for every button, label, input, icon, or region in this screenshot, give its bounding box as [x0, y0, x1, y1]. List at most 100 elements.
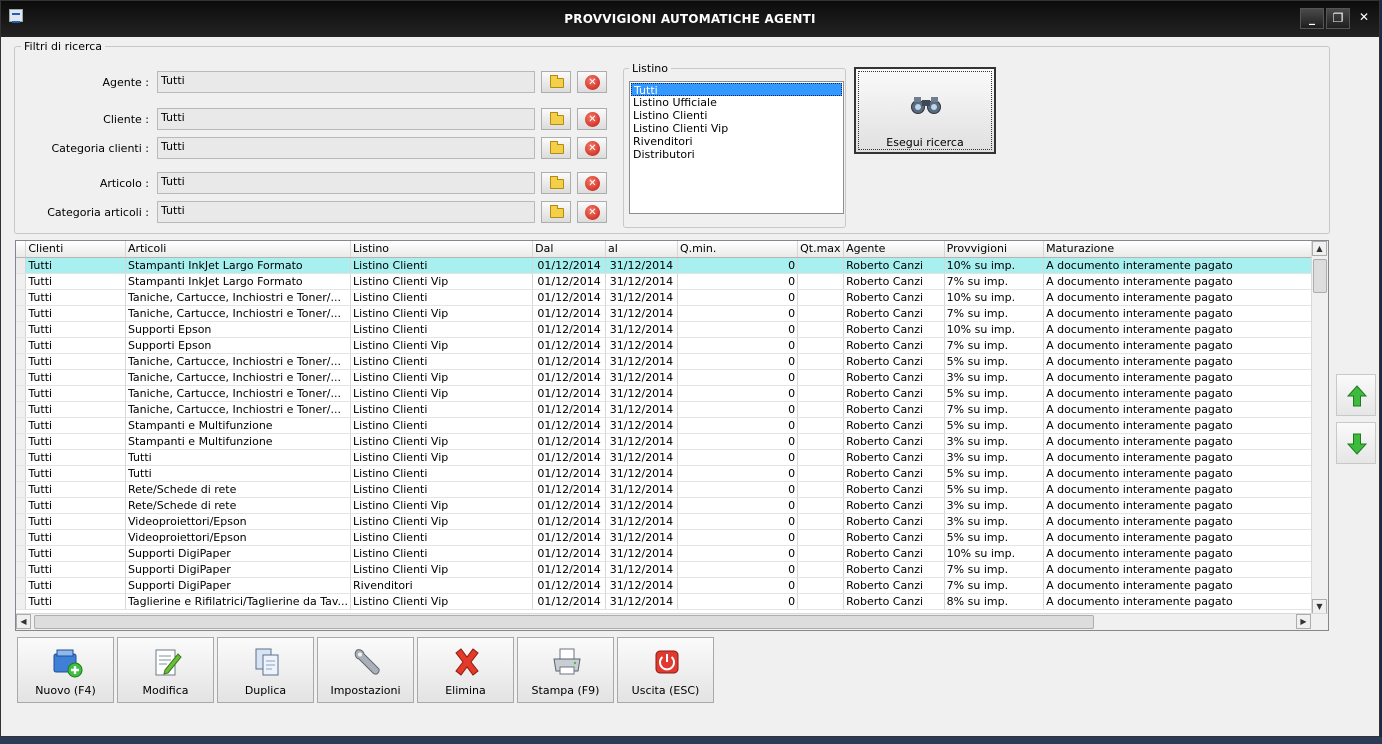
articolo-field[interactable]: Tutti — [157, 172, 535, 194]
provvigioni-grid[interactable]: Clienti Articoli Listino Dal al Q.min. Qt.max A… — [15, 240, 1329, 631]
table-row[interactable]: Tutti Supporti Epson Listino Clienti Vip 01… — [16, 337, 1328, 354]
vertical-scrollbar[interactable]: ▲ ▼ — [1311, 241, 1328, 614]
clear-icon: ✕ — [585, 176, 600, 191]
vertical-scroll-thumb[interactable] — [1313, 259, 1327, 293]
listino-option[interactable]: Listino Clienti Vip — [631, 122, 842, 135]
listino-option[interactable]: Listino Clienti — [631, 109, 842, 122]
column-header[interactable]: Qt.max — [797, 241, 845, 258]
listino-option[interactable]: Rivenditori — [631, 135, 842, 148]
cliente-clear-button[interactable]: ✕ — [577, 108, 607, 130]
table-cell: 31/12/2014 — [605, 321, 678, 338]
search-button[interactable]: Esegui ricerca — [854, 67, 996, 154]
table-row[interactable]: Tutti Supporti DigiPaper Rivenditori 01/12/… — [16, 577, 1328, 594]
table-row[interactable]: Tutti Taniche, Cartucce, Inchiostri e Ton… — [16, 385, 1328, 402]
green-arrow-down-icon — [1347, 433, 1367, 455]
table-cell: 31/12/2014 — [605, 529, 678, 546]
column-header[interactable]: Dal — [532, 241, 607, 258]
table-cell: 01/12/2014 — [532, 369, 607, 386]
table-row[interactable]: Tutti Supporti Epson Listino Clienti 01/12/… — [16, 321, 1328, 338]
maximize-button[interactable]: ❐ — [1326, 8, 1350, 29]
categoria-articoli-browse-button[interactable] — [541, 201, 571, 223]
table-cell: Taniche, Cartucce, Inchiostri e Toner/..… — [125, 353, 352, 370]
table-cell: A documento interamente pagato — [1043, 369, 1328, 386]
column-header[interactable]: Maturazione — [1043, 241, 1328, 258]
table-row[interactable]: Tutti Supporti DigiPaper Listino Clienti V… — [16, 561, 1328, 578]
column-header[interactable]: Agente — [843, 241, 945, 258]
table-cell: Tutti — [25, 289, 126, 306]
new-button[interactable]: Nuovo (F4) — [17, 637, 114, 703]
table-cell: 01/12/2014 — [532, 321, 607, 338]
delete-button[interactable]: Elimina — [417, 637, 514, 703]
listino-option[interactable]: Distributori — [631, 148, 842, 161]
categoria-articoli-field[interactable]: Tutti — [157, 201, 535, 223]
categoria-articoli-clear-button[interactable]: ✕ — [577, 201, 607, 223]
duplicate-button[interactable]: Duplica — [217, 637, 314, 703]
table-cell: Roberto Canzi — [843, 417, 945, 434]
table-cell: A documento interamente pagato — [1043, 433, 1328, 450]
clear-icon: ✕ — [585, 75, 600, 90]
table-row[interactable]: Tutti Stampanti InkJet Largo Formato Listi… — [16, 273, 1328, 290]
move-down-button[interactable] — [1336, 422, 1376, 464]
horizontal-scroll-thumb[interactable] — [34, 615, 1094, 629]
column-header[interactable]: Articoli — [125, 241, 352, 258]
table-row[interactable]: Tutti Taniche, Cartucce, Inchiostri e Ton… — [16, 401, 1328, 418]
table-row[interactable]: Tutti Videoproiettori/Epson Listino Client… — [16, 529, 1328, 546]
table-row[interactable]: Tutti Tutti Listino Clienti Vip 01/12/2014 3… — [16, 449, 1328, 466]
table-row[interactable]: Tutti Stampanti e Multifunzione Listino Cl… — [16, 417, 1328, 434]
table-cell: A documento interamente pagato — [1043, 497, 1328, 514]
settings-button[interactable]: Impostazioni — [317, 637, 414, 703]
print-button-label: Stampa (F9) — [531, 684, 600, 697]
table-row[interactable]: Tutti Videoproiettori/Epson Listino Client… — [16, 513, 1328, 530]
articolo-browse-button[interactable] — [541, 172, 571, 194]
categoria-clienti-browse-button[interactable] — [541, 137, 571, 159]
row-indicator — [16, 257, 27, 274]
agente-clear-button[interactable]: ✕ — [577, 71, 607, 93]
scroll-down-arrow-icon[interactable]: ▼ — [1312, 599, 1327, 614]
listino-option[interactable]: Tutti — [631, 83, 842, 97]
table-cell: A documento interamente pagato — [1043, 353, 1328, 370]
column-header[interactable]: Provvigioni — [944, 241, 1045, 258]
scroll-up-arrow-icon[interactable]: ▲ — [1312, 241, 1327, 256]
cliente-browse-button[interactable] — [541, 108, 571, 130]
table-row[interactable]: Tutti Tutti Listino Clienti 01/12/2014 31/12… — [16, 465, 1328, 482]
horizontal-scrollbar[interactable]: ◀ ▶ — [16, 613, 1328, 630]
categoria-clienti-field[interactable]: Tutti — [157, 137, 535, 159]
table-cell: A documento interamente pagato — [1043, 481, 1328, 498]
table-cell — [797, 481, 845, 498]
table-cell: Roberto Canzi — [843, 577, 945, 594]
agente-browse-button[interactable] — [541, 71, 571, 93]
table-row[interactable]: Tutti Stampanti InkJet Largo Formato Listi… — [16, 257, 1328, 274]
edit-button[interactable]: Modifica — [117, 637, 214, 703]
minimize-button[interactable]: _ — [1300, 8, 1324, 29]
close-button[interactable]: ✕ — [1352, 8, 1376, 29]
table-cell: Listino Clienti — [350, 401, 534, 418]
exit-button[interactable]: Uscita (ESC) — [617, 637, 714, 703]
table-row[interactable]: Tutti Rete/Schede di rete Listino Clienti 0… — [16, 481, 1328, 498]
categoria-clienti-clear-button[interactable]: ✕ — [577, 137, 607, 159]
column-header[interactable]: Listino — [350, 241, 534, 258]
print-button[interactable]: Stampa (F9) — [517, 637, 614, 703]
table-row[interactable]: Tutti Rete/Schede di rete Listino Clienti … — [16, 497, 1328, 514]
table-row[interactable]: Tutti Taniche, Cartucce, Inchiostri e Ton… — [16, 369, 1328, 386]
agente-field[interactable]: Tutti — [157, 71, 535, 93]
table-row[interactable]: Tutti Taglierine e Rifilatrici/Taglierine… — [16, 593, 1328, 610]
listino-listbox[interactable]: Tutti Listino Ufficiale Listino Clienti Lis… — [629, 81, 844, 214]
table-row[interactable]: Tutti Taniche, Cartucce, Inchiostri e Ton… — [16, 305, 1328, 322]
cliente-field[interactable]: Tutti — [157, 108, 535, 130]
table-cell: 10% su imp. — [944, 257, 1045, 274]
table-row[interactable]: Tutti Supporti DigiPaper Listino Clienti 01… — [16, 545, 1328, 562]
listino-option[interactable]: Listino Ufficiale — [631, 96, 842, 109]
column-header[interactable]: Clienti — [25, 241, 126, 258]
table-row[interactable]: Tutti Taniche, Cartucce, Inchiostri e Ton… — [16, 353, 1328, 370]
scroll-right-arrow-icon[interactable]: ▶ — [1296, 614, 1311, 629]
table-cell: Roberto Canzi — [843, 353, 945, 370]
move-up-button[interactable] — [1336, 374, 1376, 416]
table-row[interactable]: Tutti Taniche, Cartucce, Inchiostri e Ton… — [16, 289, 1328, 306]
folder-icon — [550, 205, 564, 218]
articolo-clear-button[interactable]: ✕ — [577, 172, 607, 194]
column-header[interactable]: al — [605, 241, 678, 258]
scroll-left-arrow-icon[interactable]: ◀ — [16, 614, 31, 629]
table-row[interactable]: Tutti Stampanti e Multifunzione Listino Cl… — [16, 433, 1328, 450]
column-header[interactable]: Q.min. — [677, 241, 799, 258]
table-cell: A documento interamente pagato — [1043, 385, 1328, 402]
